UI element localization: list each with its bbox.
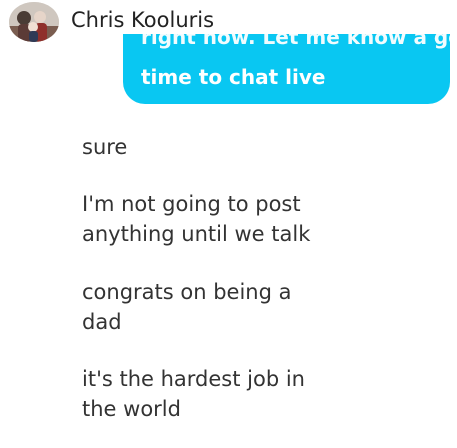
message-line: it's the hardest job in xyxy=(82,367,305,391)
incoming-message: congrats on being a dad xyxy=(82,277,382,337)
message-line: anything until we talk xyxy=(82,222,311,246)
outgoing-message-clipped-line: right now. Let me know a good xyxy=(141,34,450,49)
contact-name[interactable]: Chris Kooluris xyxy=(71,6,214,34)
outgoing-message-text: time to chat live xyxy=(141,65,326,89)
profile-photo-icon xyxy=(9,2,59,42)
incoming-message: sure xyxy=(82,132,382,162)
message-line: dad xyxy=(82,310,122,334)
incoming-message: it's the hardest job in the world xyxy=(82,364,382,424)
message-line: the world xyxy=(82,397,181,421)
message-line: sure xyxy=(82,135,128,159)
message-line: congrats on being a xyxy=(82,280,292,304)
message-line: I'm not going to post xyxy=(82,192,301,216)
contact-avatar[interactable] xyxy=(9,2,59,42)
incoming-message: I'm not going to post anything until we … xyxy=(82,189,382,249)
outgoing-message-bubble: right now. Let me know a good time to ch… xyxy=(123,34,450,104)
